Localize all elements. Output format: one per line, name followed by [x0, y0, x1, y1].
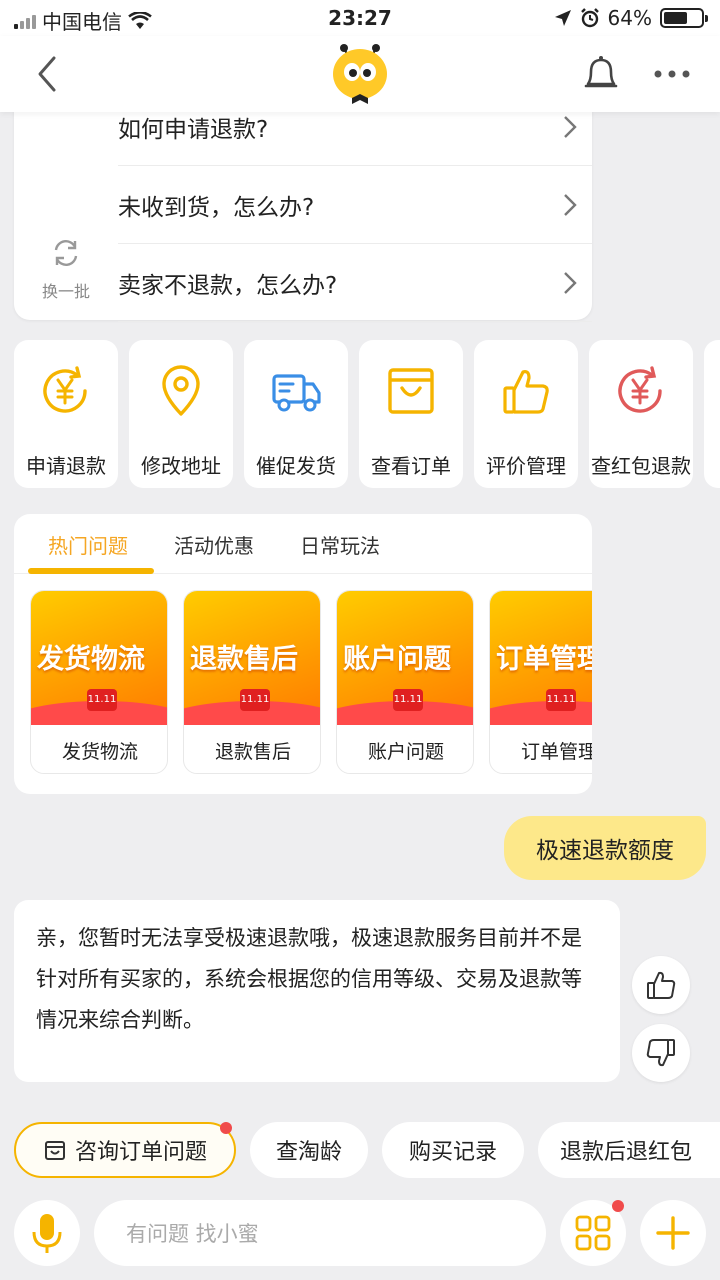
quick-action-partial[interactable]	[704, 340, 720, 488]
topic-tabs: 热门问题 活动优惠 日常玩法	[14, 514, 592, 574]
apps-grid-button[interactable]	[560, 1200, 626, 1266]
yuan-refund-icon	[43, 366, 87, 413]
voice-input-button[interactable]	[14, 1200, 80, 1266]
refresh-batch-button[interactable]: 换一批	[34, 238, 98, 302]
faq-item[interactable]: 卖家不退款，怎么办?	[118, 244, 592, 322]
status-right: 64%	[554, 6, 708, 30]
location-arrow-icon	[554, 10, 571, 26]
topic-caption: 退款售后	[214, 741, 291, 763]
quick-action-label: 修改地址	[141, 454, 221, 478]
chip-label: 退款后退红包	[560, 1140, 693, 1165]
topic-banner-title: 账户问题	[343, 644, 451, 675]
back-arrow-icon[interactable]	[30, 54, 66, 94]
topic-banner: 账户问题 11.11	[337, 591, 473, 725]
quick-action-label: 查看订单	[371, 454, 451, 478]
faq-card: 如何申请退款? 未收到货，怎么办? 卖家不退款，怎么办? 换一批	[14, 88, 592, 322]
thumbs-up-icon	[647, 971, 676, 999]
topic-card-account[interactable]: 账户问题 11.11 账户问题	[336, 590, 474, 774]
double11-badge: 11.11	[393, 689, 423, 711]
topic-banner-title: 发货物流	[37, 644, 145, 675]
refresh-label: 换一批	[41, 282, 90, 301]
chip-label: 购买记录	[408, 1140, 497, 1165]
faq-item-label: 如何申请退款?	[118, 116, 269, 143]
thumbs-down-icon	[646, 1039, 675, 1067]
like-button[interactable]	[632, 956, 690, 1014]
refresh-icon	[54, 240, 78, 266]
quick-action-change-address[interactable]: 修改地址	[129, 340, 233, 488]
topic-banner-title: 退款售后	[190, 644, 298, 675]
quick-action-urge-shipping[interactable]: 催促发货	[244, 340, 348, 488]
topic-caption: 订单管理	[520, 741, 592, 763]
faq-item-label: 卖家不退款，怎么办?	[118, 272, 338, 299]
bell-icon[interactable]	[582, 54, 620, 94]
shopping-bag-icon	[388, 368, 434, 414]
bottom-panel: 咨询订单问题 查淘龄 购买记录 退款后退红包 有问题 找小蜜	[0, 1108, 720, 1280]
active-tab-indicator	[28, 568, 154, 574]
quick-action-view-orders[interactable]: 查看订单	[359, 340, 463, 488]
more-options-icon[interactable]	[652, 64, 692, 84]
notification-dot	[220, 1122, 232, 1134]
chevron-right-icon	[564, 194, 577, 216]
order-box-icon	[44, 1141, 65, 1160]
topic-banner-title: 订单管理	[496, 644, 592, 675]
thumbs-up-icon	[503, 370, 549, 414]
battery-percent: 64%	[607, 6, 652, 30]
alarm-icon	[580, 8, 599, 28]
chip-red-packet-return[interactable]: 退款后退红包	[538, 1122, 720, 1178]
quick-action-label: 申请退款	[26, 454, 106, 478]
tab-hot-questions[interactable]: 热门问题	[48, 530, 128, 559]
delivery-truck-icon	[272, 374, 321, 412]
user-message-bubble: 极速退款额度	[504, 816, 706, 880]
add-button[interactable]	[640, 1200, 706, 1266]
double11-badge: 11.11	[546, 689, 576, 711]
quick-action-red-packet-refund[interactable]: 查红包退款	[589, 340, 693, 488]
chip-label: 查淘龄	[275, 1140, 342, 1165]
tab-promotions[interactable]: 活动优惠	[174, 530, 254, 559]
quick-action-label: 催促发货	[256, 454, 336, 478]
quick-action-label: 评价管理	[486, 454, 566, 478]
quick-action-apply-refund[interactable]: 申请退款	[14, 340, 118, 488]
faq-item-label: 未收到货，怎么办?	[118, 194, 315, 221]
chip-taobao-age[interactable]: 查淘龄	[250, 1122, 368, 1178]
quick-action-review-management[interactable]: 评价管理	[474, 340, 578, 488]
topic-banner: 发货物流 11.11	[31, 591, 167, 725]
topic-card-orders[interactable]: 订单管理 11.11 订单管理	[489, 590, 592, 774]
yuan-refund-icon	[618, 366, 662, 413]
topic-caption: 发货物流	[61, 741, 138, 763]
topic-card-after-sales[interactable]: 退款售后 11.11 退款售后	[183, 590, 321, 774]
assistant-mascot-logo	[333, 44, 387, 104]
microphone-icon	[32, 1214, 62, 1253]
location-pin-icon	[162, 365, 200, 416]
quick-action-label: 查红包退款	[591, 454, 691, 478]
chip-order-inquiry[interactable]: 咨询订单问题	[14, 1122, 236, 1178]
tab-daily-play[interactable]: 日常玩法	[300, 530, 380, 559]
double11-badge: 11.11	[87, 689, 117, 711]
dislike-button[interactable]	[632, 1024, 690, 1082]
message-input[interactable]: 有问题 找小蜜	[94, 1200, 546, 1266]
topic-banner: 退款售后 11.11	[184, 591, 320, 725]
plus-icon	[656, 1216, 690, 1250]
chevron-right-icon	[564, 272, 577, 294]
nav-bar	[0, 36, 720, 112]
topic-caption: 账户问题	[367, 741, 444, 763]
battery-icon	[660, 8, 708, 28]
bot-message-bubble: 亲，您暂时无法享受极速退款哦，极速退款服务目前并不是针对所有买家的，系统会根据您…	[14, 900, 620, 1082]
double11-badge: 11.11	[240, 689, 270, 711]
chevron-right-icon	[564, 116, 577, 138]
topic-card-shipping[interactable]: 发货物流 11.11 发货物流	[30, 590, 168, 774]
chip-label: 咨询订单问题	[74, 1140, 207, 1165]
quick-actions: 申请退款 修改地址 催促发货 查看订单 评价管理 查红包退款	[14, 340, 720, 490]
topic-banner: 订单管理 11.11	[490, 591, 592, 725]
status-bar: 中国电信 23:27 64%	[0, 0, 720, 36]
topics-card: 热门问题 活动优惠 日常玩法 发货物流 11.11 发货物流 退款售后 11.1…	[14, 514, 592, 794]
banner-wave	[490, 701, 592, 725]
notification-dot	[612, 1200, 624, 1212]
faq-item[interactable]: 未收到货，怎么办?	[118, 166, 592, 244]
chip-purchase-history[interactable]: 购买记录	[382, 1122, 524, 1178]
